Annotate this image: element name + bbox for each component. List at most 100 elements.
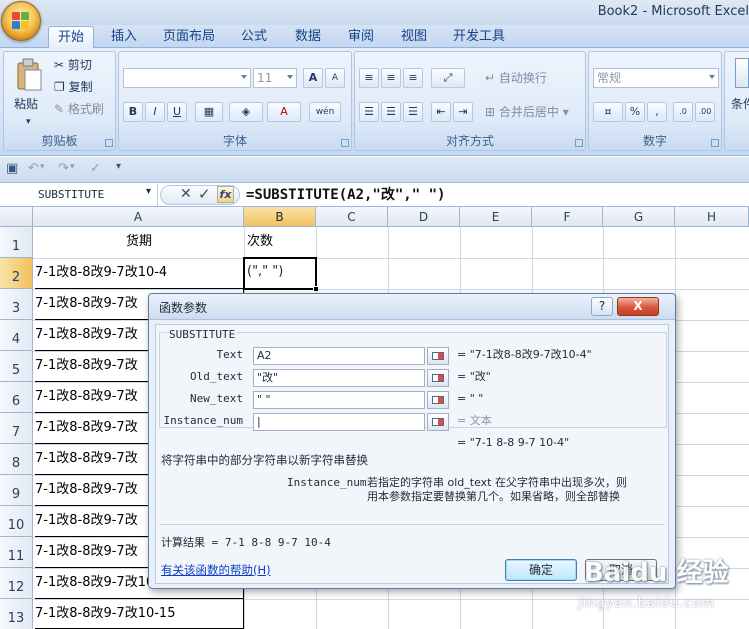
tab-developer[interactable]: 开发工具 bbox=[448, 26, 510, 48]
row-header-13[interactable]: 13 bbox=[0, 599, 33, 629]
align-right-button[interactable]: ☰ bbox=[403, 102, 423, 122]
fill-color-button[interactable]: ◈ bbox=[229, 102, 263, 122]
align-bottom-button[interactable]: ≡ bbox=[403, 68, 423, 88]
cancel-entry-icon[interactable]: ✕ bbox=[180, 186, 192, 202]
row-header-10[interactable]: 10 bbox=[0, 506, 33, 537]
font-size-combo[interactable]: 11 bbox=[253, 68, 297, 88]
underline-button[interactable]: U bbox=[167, 102, 187, 122]
orientation-button[interactable]: ⤢ bbox=[431, 68, 465, 88]
percent-button[interactable]: % bbox=[625, 102, 645, 122]
row-header-9[interactable]: 9 bbox=[0, 475, 33, 506]
alignment-launcher[interactable] bbox=[575, 139, 583, 147]
shrink-font-button[interactable]: A bbox=[325, 68, 345, 88]
paste-button[interactable]: 粘贴 bbox=[14, 94, 38, 114]
currency-button[interactable]: ¤ bbox=[593, 102, 623, 122]
copy-button[interactable]: ❐ 复制 bbox=[54, 77, 93, 97]
phonetic-button[interactable]: wén bbox=[309, 102, 341, 122]
increase-decimal-button[interactable]: .0 bbox=[673, 102, 693, 122]
redo-dropdown-icon[interactable]: ▾ bbox=[70, 162, 75, 172]
font-color-button[interactable]: A bbox=[267, 102, 301, 122]
borders-button[interactable]: ▦ bbox=[195, 102, 223, 122]
save-icon[interactable]: ▣ bbox=[6, 161, 18, 176]
column-header-f[interactable]: F bbox=[532, 207, 603, 227]
row-header-1[interactable]: 1 bbox=[0, 227, 33, 258]
column-header-b[interactable]: B bbox=[244, 207, 316, 227]
cell-a1[interactable]: 货期 bbox=[34, 227, 244, 257]
tab-home[interactable]: 开始 bbox=[48, 26, 94, 48]
cell-a13[interactable]: 7-1改8-8改9-7改10-15 bbox=[35, 599, 243, 629]
format-painter-button[interactable]: ✎ 格式刷 bbox=[54, 99, 104, 119]
select-all-corner[interactable] bbox=[0, 207, 33, 227]
clipboard-launcher[interactable] bbox=[105, 139, 113, 147]
arg-ref-button-text[interactable] bbox=[427, 347, 449, 365]
name-box[interactable]: SUBSTITUTE bbox=[0, 184, 158, 206]
row-header-5[interactable]: 5 bbox=[0, 351, 33, 382]
tab-formulas[interactable]: 公式 bbox=[234, 26, 274, 48]
tab-data[interactable]: 数据 bbox=[288, 26, 328, 48]
customize-qat-icon[interactable]: ▾ bbox=[116, 161, 121, 172]
row-header-11[interactable]: 11 bbox=[0, 537, 33, 568]
ok-button[interactable]: 确定 bbox=[505, 559, 577, 581]
tab-review[interactable]: 审阅 bbox=[341, 26, 381, 48]
font-launcher[interactable] bbox=[341, 139, 349, 147]
spelling-icon[interactable]: ✓ bbox=[90, 161, 101, 176]
row-header-4[interactable]: 4 bbox=[0, 320, 33, 351]
bold-button[interactable]: B bbox=[123, 102, 143, 122]
active-cell-b2[interactable]: ("," ") bbox=[243, 257, 317, 290]
column-header-h[interactable]: H bbox=[675, 207, 749, 227]
redo-icon[interactable]: ↷ bbox=[58, 161, 69, 176]
tab-view[interactable]: 视图 bbox=[394, 26, 434, 48]
dialog-title-bar[interactable]: 函数参数 ? X bbox=[149, 294, 675, 320]
row-header-7[interactable]: 7 bbox=[0, 413, 33, 444]
grow-font-button[interactable]: A bbox=[303, 68, 323, 88]
align-top-button[interactable]: ≡ bbox=[359, 68, 379, 88]
align-middle-button[interactable]: ≡ bbox=[381, 68, 401, 88]
align-left-button[interactable]: ☰ bbox=[359, 102, 379, 122]
italic-button[interactable]: I bbox=[145, 102, 165, 122]
arg-ref-button-old-text[interactable] bbox=[427, 369, 449, 387]
conditional-format-icon[interactable] bbox=[735, 58, 749, 88]
undo-dropdown-icon[interactable]: ▾ bbox=[40, 162, 45, 172]
arg-input-old-text[interactable]: "改" bbox=[253, 369, 425, 387]
arg-ref-button-instance-num[interactable] bbox=[427, 413, 449, 431]
align-center-button[interactable]: ☰ bbox=[381, 102, 401, 122]
paste-dropdown-icon[interactable]: ▾ bbox=[26, 112, 31, 132]
column-header-a[interactable]: A bbox=[33, 207, 244, 227]
cut-button[interactable]: ✂ 剪切 bbox=[54, 55, 92, 75]
conditional-format-label[interactable]: 条件 bbox=[731, 94, 749, 114]
paste-icon[interactable] bbox=[14, 57, 44, 93]
arg-input-instance-num[interactable]: | bbox=[253, 413, 425, 431]
insert-function-button[interactable]: fx bbox=[217, 186, 234, 203]
column-header-g[interactable]: G bbox=[603, 207, 675, 227]
row-header-6[interactable]: 6 bbox=[0, 382, 33, 413]
formula-input[interactable]: =SUBSTITUTE(A2,"改"," ") bbox=[246, 185, 445, 205]
row-header-8[interactable]: 8 bbox=[0, 444, 33, 475]
dialog-close-button[interactable]: X bbox=[617, 297, 659, 316]
comma-button[interactable]: , bbox=[647, 102, 667, 122]
arg-input-new-text[interactable]: " " bbox=[253, 391, 425, 409]
increase-indent-button[interactable]: ⇥ bbox=[453, 102, 473, 122]
column-header-c[interactable]: C bbox=[316, 207, 388, 227]
name-box-dropdown-icon[interactable]: ▾ bbox=[146, 186, 151, 197]
enter-icon[interactable]: ✓ bbox=[198, 185, 211, 203]
fill-handle[interactable] bbox=[313, 286, 319, 292]
decrease-indent-button[interactable]: ⇤ bbox=[431, 102, 451, 122]
cell-b1[interactable]: 次数 bbox=[247, 227, 315, 257]
wrap-text-button[interactable]: ↵ 自动换行 bbox=[485, 68, 547, 88]
arg-ref-button-new-text[interactable] bbox=[427, 391, 449, 409]
cell-a2[interactable]: 7-1改8-8改9-7改10-4 bbox=[35, 258, 243, 289]
column-header-d[interactable]: D bbox=[388, 207, 460, 227]
row-header-3[interactable]: 3 bbox=[0, 289, 33, 320]
row-header-2[interactable]: 2 bbox=[0, 258, 33, 289]
number-launcher[interactable] bbox=[711, 139, 719, 147]
row-header-12[interactable]: 12 bbox=[0, 568, 33, 599]
function-help-link[interactable]: 有关该函数的帮助(H) bbox=[161, 562, 271, 578]
decrease-decimal-button[interactable]: .00 bbox=[695, 102, 715, 122]
tab-insert[interactable]: 插入 bbox=[104, 26, 144, 48]
merge-center-button[interactable]: ⊞ 合并后居中 ▾ bbox=[485, 102, 569, 122]
undo-icon[interactable]: ↶ bbox=[28, 161, 39, 176]
arg-input-text[interactable]: A2 bbox=[253, 347, 425, 365]
font-name-combo[interactable] bbox=[123, 68, 251, 88]
tab-page-layout[interactable]: 页面布局 bbox=[158, 26, 220, 48]
dialog-help-button[interactable]: ? bbox=[591, 297, 613, 316]
